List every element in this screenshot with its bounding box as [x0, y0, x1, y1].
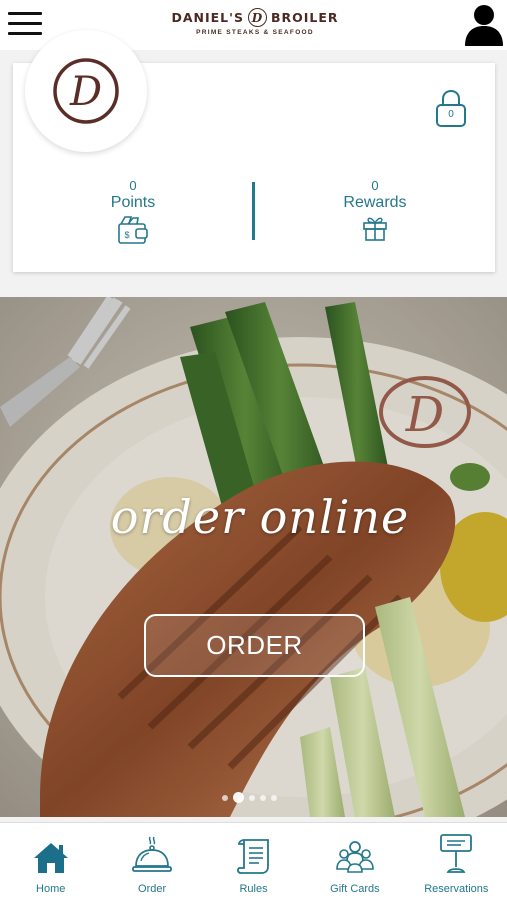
tab-rules-label: Rules [239, 883, 268, 895]
points-stat[interactable]: 0 Points $ [63, 178, 203, 251]
monogram-logo: D [53, 58, 119, 124]
logo-monogram-text: D [69, 69, 102, 115]
tab-reservations[interactable]: Reservations [406, 823, 507, 900]
menu-icon[interactable] [8, 10, 42, 38]
brand-logo-badge: D [25, 30, 147, 152]
food-photo: D [0, 297, 507, 817]
svg-text:$: $ [124, 230, 129, 240]
tab-reservations-label: Reservations [424, 883, 489, 895]
carousel-dot[interactable] [260, 794, 266, 801]
points-label: Points [110, 194, 156, 211]
order-button[interactable]: ORDER [144, 614, 365, 677]
carousel-dot[interactable] [222, 794, 228, 801]
tab-home-label: Home [36, 883, 66, 895]
brand-name-left: DANIEL'S [171, 10, 244, 25]
tab-order-label: Order [138, 883, 167, 895]
rewards-value: 0 [371, 178, 379, 193]
tab-rules[interactable]: Rules [203, 823, 304, 900]
lock-icon[interactable]: 0 [434, 88, 468, 128]
reservation-sign-icon [440, 834, 473, 873]
wallet-dollar-icon: $ [118, 216, 148, 244]
carousel-dot[interactable] [249, 794, 255, 801]
points-value: 0 [129, 178, 137, 193]
brand-logo: DANIEL'S D BROILER PRIME STEAKS & SEAFOO… [150, 8, 360, 36]
promo-banner[interactable]: D [0, 297, 507, 817]
rewards-stat[interactable]: 0 Rewards [305, 178, 445, 247]
carousel-dot-active[interactable] [233, 792, 244, 803]
lock-count: 0 [448, 109, 454, 120]
tab-gift-cards[interactable]: Gift Cards [304, 823, 405, 900]
stats-divider [252, 182, 255, 240]
tab-order[interactable]: Order [101, 823, 202, 900]
app-screen: DANIEL'S D BROILER PRIME STEAKS & SEAFOO… [0, 0, 507, 900]
home-icon [33, 843, 68, 873]
rewards-label: Rewards [343, 194, 407, 211]
user-icon [465, 5, 503, 46]
bottom-tab-bar: Home Order Rules Gift Cards Reservations [0, 822, 507, 900]
people-group-icon [336, 841, 374, 873]
gift-icon [363, 217, 387, 241]
profile-button[interactable] [461, 0, 507, 50]
brand-monogram: D [247, 8, 267, 27]
carousel-dots [222, 792, 277, 803]
tab-gift-cards-label: Gift Cards [330, 883, 380, 895]
cloche-icon [132, 836, 173, 872]
tab-home[interactable]: Home [0, 823, 101, 900]
carousel-dot[interactable] [271, 794, 277, 801]
brand-name-right: BROILER [270, 10, 339, 25]
brand-tagline: PRIME STEAKS & SEAFOOD [196, 29, 314, 36]
scroll-icon [236, 839, 269, 874]
order-online-headline: order online [110, 490, 410, 544]
